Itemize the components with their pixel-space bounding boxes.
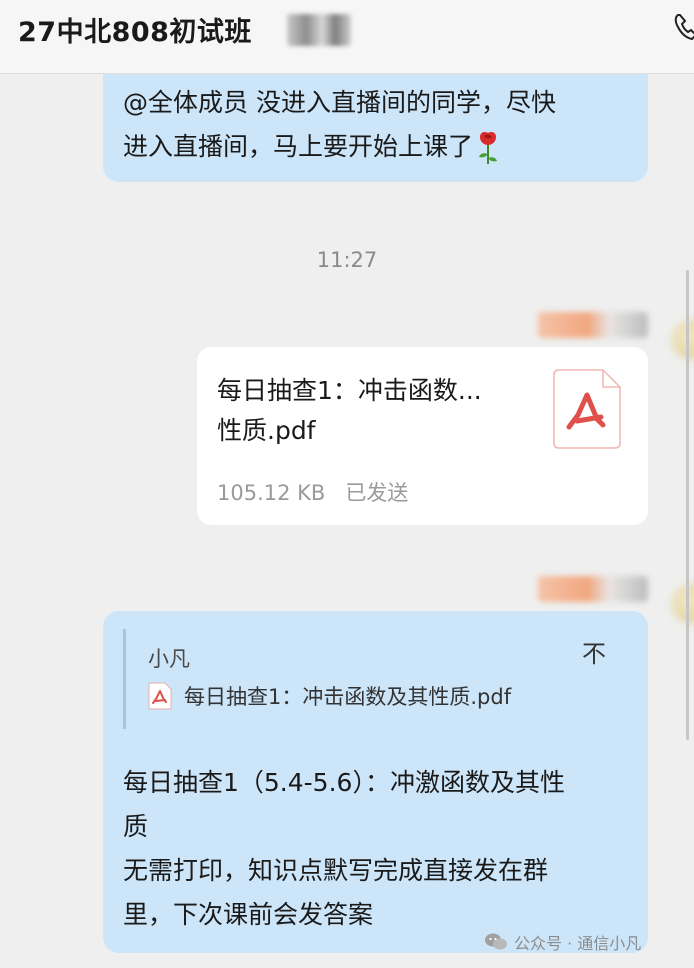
watermark: 公众号 · 通信小凡 [484, 930, 641, 954]
watermark-text: 公众号 · 通信小凡 [514, 934, 642, 953]
quoted-message[interactable]: 小凡 不 每日抽查1：冲击函数及其性质.pdf [123, 629, 606, 729]
collapse-icon[interactable]: 不 [582, 641, 606, 667]
announcement-line-1: @全体成员 没进入直播间的同学，尽快 [123, 88, 556, 117]
reply-message[interactable]: 小凡 不 每日抽查1：冲击函数及其性质.pdf 每日抽查1（5.4-5.6）：冲… [103, 611, 648, 953]
reply-body: 每日抽查1（5.4-5.6）：冲激函数及其性 质 无需打印，知识点默写完成直接发… [123, 761, 623, 937]
reply-line-3: 无需打印，知识点默写完成直接发在群 [123, 856, 549, 885]
reply-line-2: 质 [123, 812, 149, 841]
blurred-name-tag [287, 14, 351, 46]
file-name: 每日抽查1：冲击函数... 性质.pdf [217, 376, 482, 445]
file-meta: 105.12 KB 已发送 [217, 477, 408, 507]
file-status: 已发送 [345, 481, 409, 505]
scrollbar[interactable] [686, 270, 689, 740]
blurred-sender-name [538, 312, 648, 338]
phone-icon[interactable] [672, 12, 694, 42]
chat-header: 27中北808初试班 [0, 0, 694, 74]
pdf-file-icon [553, 369, 621, 449]
chat-title: 27中北808初试班 [18, 17, 252, 48]
quoted-file[interactable]: 每日抽查1：冲击函数及其性质.pdf [148, 681, 511, 711]
message-timestamp: 11:27 [316, 248, 378, 272]
announcement-line-2: 进入直播间，马上要开始上课了 [123, 130, 501, 166]
avatar[interactable] [672, 584, 694, 624]
avatar[interactable] [672, 320, 694, 360]
wechat-icon [485, 933, 507, 950]
rose-emoji-icon [479, 132, 498, 164]
quoted-sender: 小凡 [148, 647, 190, 671]
quoted-file-name: 每日抽查1：冲击函数及其性质.pdf [184, 685, 512, 709]
announcement-message[interactable]: @全体成员 没进入直播间的同学，尽快 进入直播间，马上要开始上课了 [103, 74, 648, 182]
file-size: 105.12 KB [217, 481, 326, 505]
reply-line-1: 每日抽查1（5.4-5.6）：冲激函数及其性 [123, 768, 565, 797]
pdf-file-icon [148, 682, 172, 710]
blurred-sender-name [538, 576, 648, 602]
file-message[interactable]: 每日抽查1：冲击函数... 性质.pdf 105.12 KB 已发送 [197, 347, 648, 525]
